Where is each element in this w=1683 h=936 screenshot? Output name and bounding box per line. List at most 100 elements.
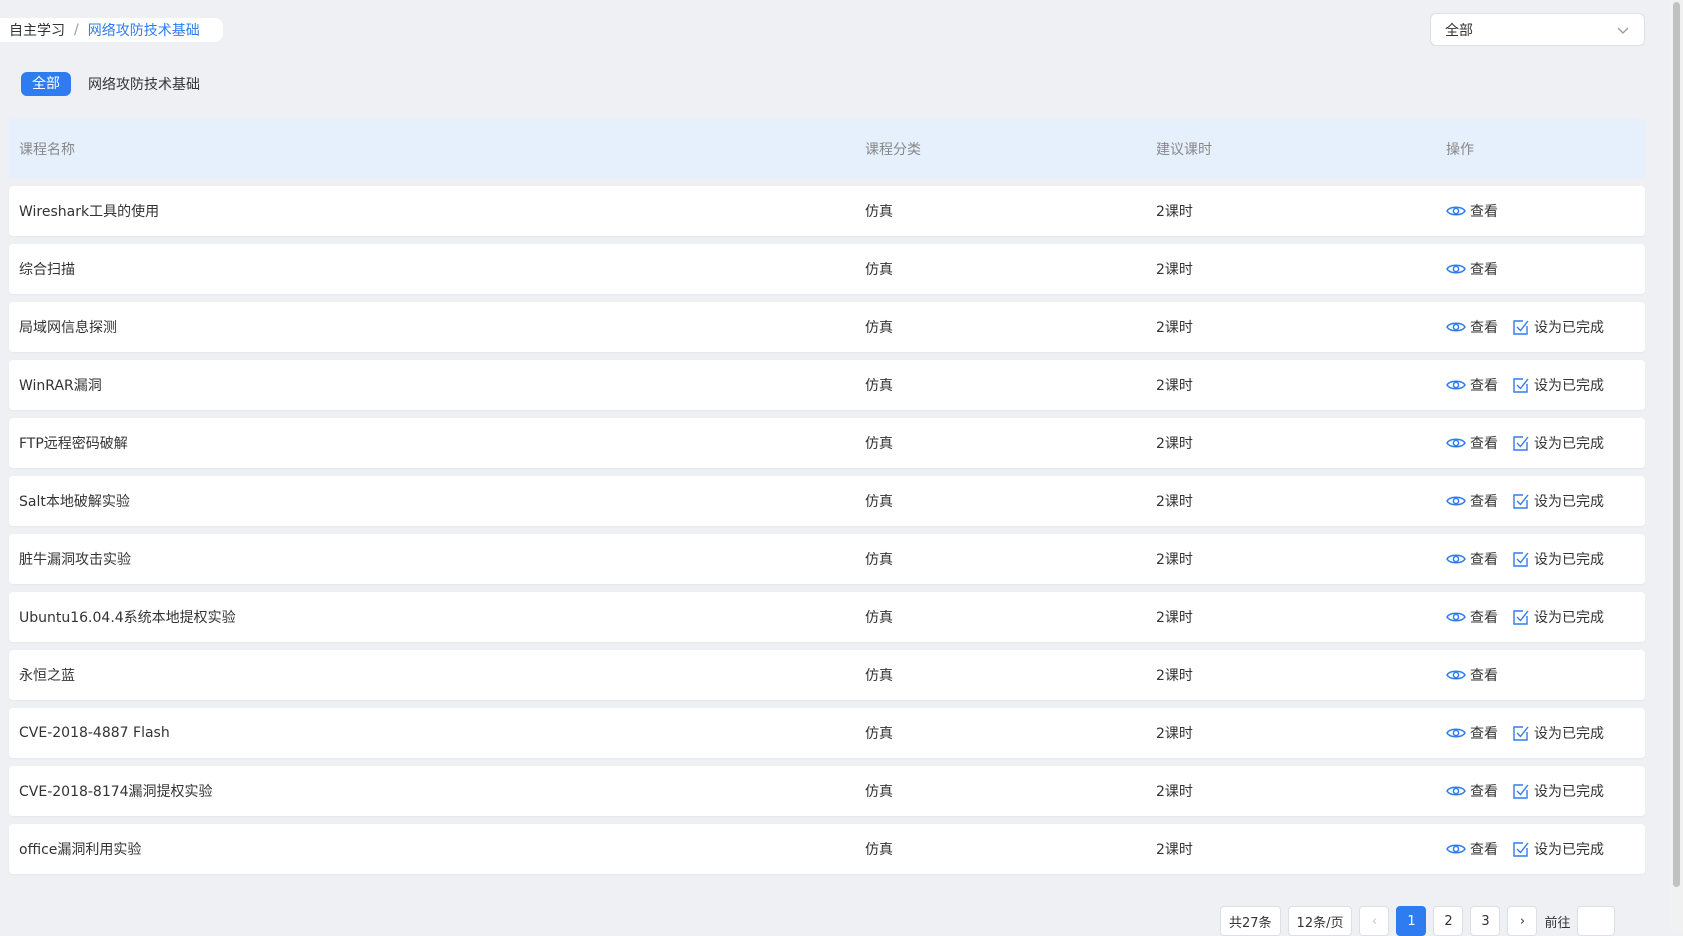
mark-complete-button[interactable]: 设为已完成 bbox=[1512, 607, 1604, 627]
view-button[interactable]: 查看 bbox=[1446, 433, 1498, 453]
view-button[interactable]: 查看 bbox=[1446, 607, 1498, 627]
view-label: 查看 bbox=[1470, 668, 1498, 684]
eye-icon bbox=[1446, 206, 1466, 216]
mark-complete-label: 设为已完成 bbox=[1534, 842, 1604, 858]
table-row: CVE-2018-4887 Flash 仿真 2课时 查看 设为已完成 bbox=[9, 708, 1645, 758]
view-label: 查看 bbox=[1470, 262, 1498, 278]
operations-cell: 查看 设为已完成 bbox=[1446, 491, 1645, 511]
course-name-cell: Wireshark工具的使用 bbox=[19, 204, 160, 220]
goto-label: 前往 bbox=[1544, 915, 1571, 931]
course-name-cell: 综合扫描 bbox=[19, 262, 75, 278]
table-body: Wireshark工具的使用 仿真 2课时 查看 综合扫描 仿真 2课时 查看 局域网信息探测仿… bbox=[9, 186, 1645, 874]
operations-cell: 查看 设为已完成 bbox=[1446, 781, 1645, 801]
breadcrumb-root[interactable]: 自主学习 bbox=[9, 20, 65, 40]
category-filter-select[interactable]: 全部 bbox=[1430, 13, 1645, 46]
view-label: 查看 bbox=[1470, 726, 1498, 742]
course-hours-cell: 2课时 bbox=[1156, 204, 1193, 220]
eye-icon bbox=[1446, 554, 1466, 564]
breadcrumb-separator: / bbox=[74, 22, 79, 38]
vertical-scrollbar[interactable] bbox=[1670, 0, 1683, 932]
mark-complete-button[interactable]: 设为已完成 bbox=[1512, 375, 1604, 395]
course-name-cell: FTP远程密码破解 bbox=[19, 436, 128, 452]
mark-complete-button[interactable]: 设为已完成 bbox=[1512, 433, 1604, 453]
checkbox-done-icon bbox=[1513, 378, 1529, 393]
chevron-down-icon bbox=[1617, 27, 1629, 34]
eye-icon bbox=[1446, 380, 1466, 390]
mark-complete-button[interactable]: 设为已完成 bbox=[1512, 723, 1604, 743]
view-label: 查看 bbox=[1470, 494, 1498, 510]
mark-complete-button[interactable]: 设为已完成 bbox=[1512, 549, 1604, 569]
mark-complete-label: 设为已完成 bbox=[1534, 726, 1604, 742]
course-hours-cell: 2课时 bbox=[1156, 610, 1193, 626]
view-label: 查看 bbox=[1470, 610, 1498, 626]
scrollbar-thumb[interactable] bbox=[1673, 2, 1680, 887]
table-row: 综合扫描 仿真 2课时 查看 bbox=[9, 244, 1645, 294]
operations-cell: 查看 设为已完成 bbox=[1446, 375, 1645, 395]
header-course-name: 课程名称 bbox=[19, 141, 75, 158]
view-button[interactable]: 查看 bbox=[1446, 375, 1498, 395]
mark-complete-button[interactable]: 设为已完成 bbox=[1512, 491, 1604, 511]
course-category-cell: 仿真 bbox=[865, 552, 893, 568]
view-button[interactable]: 查看 bbox=[1446, 723, 1498, 743]
course-name-cell: 永恒之蓝 bbox=[19, 668, 75, 684]
eye-icon bbox=[1446, 612, 1466, 622]
view-button[interactable]: 查看 bbox=[1446, 491, 1498, 511]
view-button[interactable]: 查看 bbox=[1446, 201, 1498, 221]
table-row: Ubuntu16.04.4系统本地提权实验 仿真 2课时 查看 设为已完成 bbox=[9, 592, 1645, 642]
operations-cell: 查看 设为已完成 bbox=[1446, 607, 1645, 627]
operations-cell: 查看 设为已完成 bbox=[1446, 317, 1645, 337]
checkbox-done-icon bbox=[1513, 552, 1529, 567]
breadcrumb: 自主学习 / 网络攻防技术基础 bbox=[0, 18, 223, 42]
view-label: 查看 bbox=[1470, 378, 1498, 394]
eye-icon bbox=[1446, 322, 1466, 332]
eye-icon bbox=[1446, 844, 1466, 854]
course-name-cell: 局域网信息探测 bbox=[19, 320, 117, 336]
view-label: 查看 bbox=[1470, 436, 1498, 452]
course-category-cell: 仿真 bbox=[865, 204, 893, 220]
mark-complete-button[interactable]: 设为已完成 bbox=[1512, 781, 1604, 801]
table-row: Wireshark工具的使用 仿真 2课时 查看 bbox=[9, 186, 1645, 236]
operations-cell: 查看 bbox=[1446, 259, 1645, 279]
view-button[interactable]: 查看 bbox=[1446, 781, 1498, 801]
header-operations: 操作 bbox=[1446, 141, 1474, 158]
view-label: 查看 bbox=[1470, 784, 1498, 800]
mark-complete-button[interactable]: 设为已完成 bbox=[1512, 839, 1604, 859]
breadcrumb-current[interactable]: 网络攻防技术基础 bbox=[88, 20, 200, 40]
checkbox-done-icon bbox=[1513, 726, 1529, 741]
course-category-cell: 仿真 bbox=[865, 262, 893, 278]
course-name-cell: Salt本地破解实验 bbox=[19, 494, 130, 510]
operations-cell: 查看 bbox=[1446, 665, 1645, 685]
table-row: 脏牛漏洞攻击实验 仿真 2课时 查看 设为已完成 bbox=[9, 534, 1645, 584]
tag-network-attack-defense[interactable]: 网络攻防技术基础 bbox=[88, 74, 200, 94]
view-button[interactable]: 查看 bbox=[1446, 549, 1498, 569]
view-button[interactable]: 查看 bbox=[1446, 317, 1498, 337]
table-row: WinRAR漏洞 仿真 2课时 查看 设为已完成 bbox=[9, 360, 1645, 410]
operations-cell: 查看 设为已完成 bbox=[1446, 433, 1645, 453]
eye-icon bbox=[1446, 786, 1466, 796]
view-label: 查看 bbox=[1470, 842, 1498, 858]
table-row: 局域网信息探测 仿真 2课时 查看 设为已完成 bbox=[9, 302, 1645, 352]
checkbox-done-icon bbox=[1513, 784, 1529, 799]
course-name-cell: Ubuntu16.04.4系统本地提权实验 bbox=[19, 610, 236, 626]
course-category-cell: 仿真 bbox=[865, 842, 893, 858]
table-row: office漏洞利用实验 仿真 2课时 查看 设为已完成 bbox=[9, 824, 1645, 874]
view-button[interactable]: 查看 bbox=[1446, 259, 1498, 279]
eye-icon bbox=[1446, 496, 1466, 506]
checkbox-done-icon bbox=[1513, 436, 1529, 451]
course-category-cell: 仿真 bbox=[865, 726, 893, 742]
course-hours-cell: 2课时 bbox=[1156, 726, 1193, 742]
filter-selected-value: 全部 bbox=[1445, 22, 1473, 39]
view-button[interactable]: 查看 bbox=[1446, 665, 1498, 685]
operations-cell: 查看 bbox=[1446, 201, 1645, 221]
table-row: Salt本地破解实验 仿真 2课时 查看 设为已完成 bbox=[9, 476, 1645, 526]
view-button[interactable]: 查看 bbox=[1446, 839, 1498, 859]
checkbox-done-icon bbox=[1513, 842, 1529, 857]
course-hours-cell: 2课时 bbox=[1156, 436, 1193, 452]
tag-all[interactable]: 全部 bbox=[21, 72, 71, 96]
table-row: CVE-2018-8174漏洞提权实验 仿真 2课时 查看 设为已完成 bbox=[9, 766, 1645, 816]
mark-complete-button[interactable]: 设为已完成 bbox=[1512, 317, 1604, 337]
mark-complete-label: 设为已完成 bbox=[1534, 552, 1604, 568]
course-table: 课程名称 课程分类 建议课时 操作 Wireshark工具的使用 仿真 2课时 查看综… bbox=[9, 119, 1645, 874]
course-category-cell: 仿真 bbox=[865, 668, 893, 684]
course-category-cell: 仿真 bbox=[865, 378, 893, 394]
